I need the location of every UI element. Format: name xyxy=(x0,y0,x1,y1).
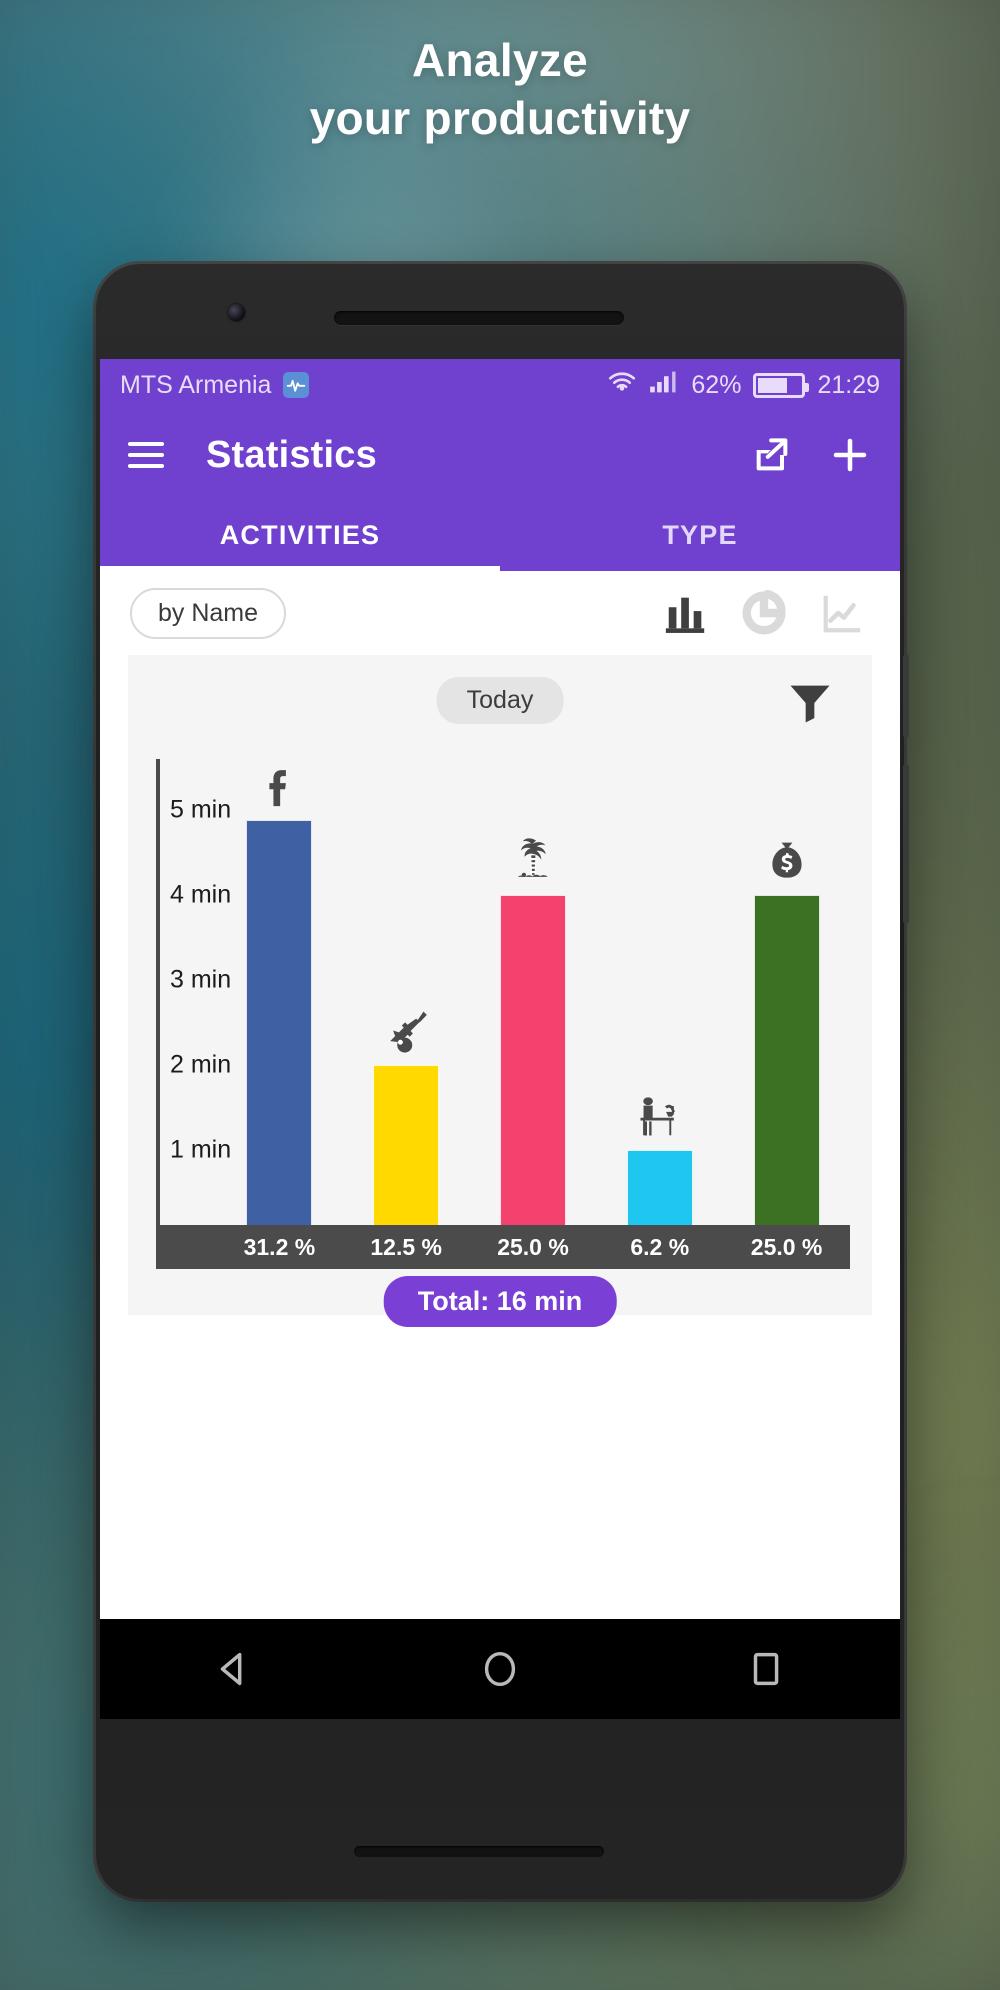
recents-square-icon[interactable] xyxy=(737,1639,797,1699)
bar[interactable] xyxy=(246,819,313,1235)
line-chart-icon[interactable] xyxy=(814,587,870,639)
percent-label: 31.2 % xyxy=(243,1233,316,1260)
heart-rate-icon xyxy=(283,372,310,398)
bar[interactable] xyxy=(373,1065,440,1235)
bar-slot[interactable] xyxy=(596,759,723,1235)
pie-chart-icon[interactable] xyxy=(736,587,792,639)
page-title: Statistics xyxy=(206,433,377,476)
percent-label: 25.0 % xyxy=(750,1233,823,1260)
money-bag-icon xyxy=(762,833,812,887)
front-camera xyxy=(228,304,245,321)
total-chip: Total: 16 min xyxy=(383,1276,617,1327)
bar-slot[interactable] xyxy=(216,759,343,1235)
volume-button[interactable] xyxy=(903,764,909,924)
share-icon[interactable] xyxy=(750,433,794,477)
screen-bottom-fill xyxy=(100,1571,900,1619)
power-button[interactable] xyxy=(903,654,909,738)
cellular-signal-icon xyxy=(649,370,679,401)
percent-label: 6.2 % xyxy=(630,1233,690,1260)
tab-activities[interactable]: ACTIVITIES xyxy=(100,499,500,571)
group-by-chip[interactable]: by Name xyxy=(130,587,287,639)
percent-label: 25.0 % xyxy=(497,1233,569,1260)
carrier-label: MTS Armenia xyxy=(120,370,272,399)
bar-slot[interactable] xyxy=(343,759,470,1235)
bar[interactable] xyxy=(499,895,566,1235)
bar[interactable] xyxy=(626,1150,693,1235)
bar-chart-icon[interactable] xyxy=(658,587,714,639)
android-navigation-bar xyxy=(100,1619,900,1719)
tab-type[interactable]: TYPE xyxy=(500,499,900,571)
bar-slot[interactable] xyxy=(470,759,597,1235)
battery-percent-label: 62% xyxy=(691,370,742,399)
app-toolbar: Statistics xyxy=(100,411,900,499)
phone-screen: MTS Armenia 62% 21:29 Statistics ACTIVIT… xyxy=(100,359,900,1619)
percent-label-band: 31.2 % 12.5 % 25.0 % 6.2 % 25.0 % xyxy=(156,1225,850,1269)
desk-work-icon xyxy=(634,1088,686,1142)
headline-line-1: Analyze xyxy=(412,34,588,86)
plus-icon[interactable] xyxy=(828,433,872,477)
guitar-icon xyxy=(381,1003,431,1057)
percent-label: 12.5 % xyxy=(370,1233,442,1260)
facebook-icon xyxy=(256,759,302,812)
chart-options-row: by Name xyxy=(100,571,900,655)
bar-chart-plot: 5 min 4 min 3 min 2 min 1 min xyxy=(156,759,850,1235)
tab-indicator xyxy=(100,566,500,571)
earpiece-speaker xyxy=(334,311,624,325)
clock-label: 21:29 xyxy=(817,370,880,399)
status-bar: MTS Armenia 62% 21:29 xyxy=(100,359,900,411)
period-chip[interactable]: Today xyxy=(436,677,564,724)
headline: Analyze your productivity xyxy=(0,32,1000,147)
bar[interactable] xyxy=(753,895,820,1235)
home-circle-icon[interactable] xyxy=(470,1639,530,1699)
back-triangle-icon[interactable] xyxy=(203,1639,263,1699)
palm-tree-icon xyxy=(507,833,559,887)
y-axis xyxy=(156,759,160,1235)
bar-series xyxy=(216,759,850,1235)
bar-slot[interactable] xyxy=(723,759,850,1235)
chart-card: Today 5 min 4 min 3 min 2 min 1 min 31.2 % 12… xyxy=(128,655,872,1327)
headline-line-2: your productivity xyxy=(309,91,691,144)
hamburger-menu-icon[interactable] xyxy=(128,442,164,468)
bottom-speaker xyxy=(354,1846,604,1857)
phone-device-frame: MTS Armenia 62% 21:29 Statistics ACTIVIT… xyxy=(96,264,909,1899)
battery-icon xyxy=(753,372,810,398)
filter-icon[interactable] xyxy=(784,677,836,734)
wifi-icon xyxy=(607,370,637,401)
tab-bar: ACTIVITIES TYPE xyxy=(100,499,900,571)
